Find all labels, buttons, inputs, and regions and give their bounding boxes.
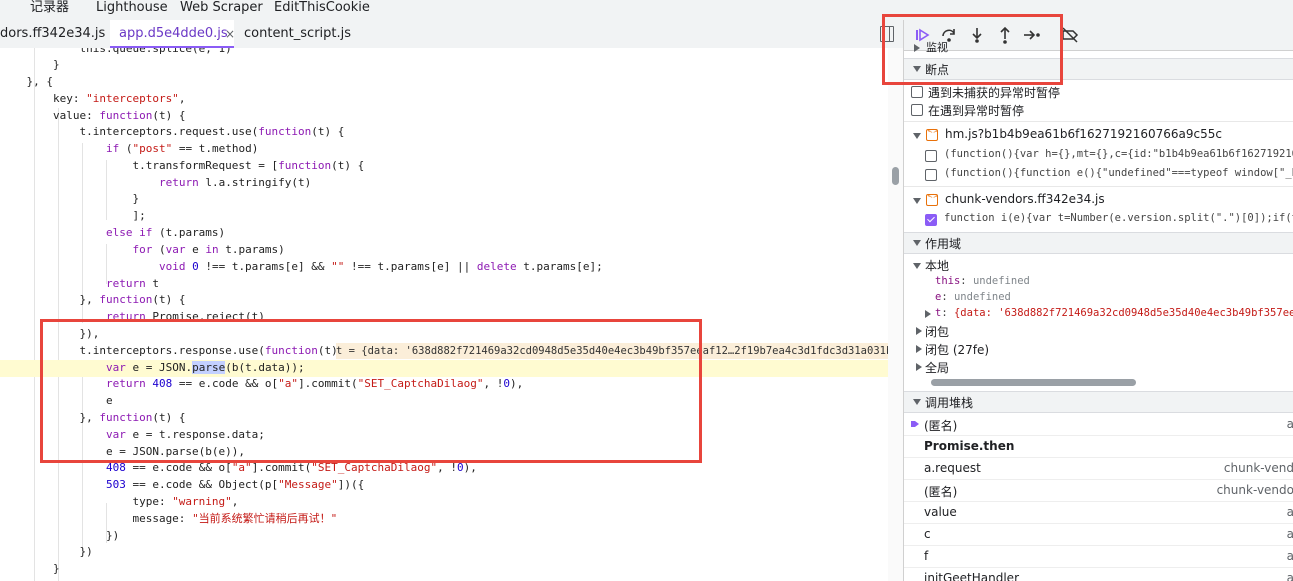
editor-scrollbar-thumb[interactable] (892, 167, 899, 185)
code-line: }, function(t) { (0, 293, 186, 306)
code-line: return 408 == e.code && o["a"].commit("S… (105, 377, 524, 390)
pause-caught-checkbox[interactable] (911, 104, 923, 116)
code-line: return t (105, 277, 159, 290)
callstack-frame[interactable]: a.request chunk-vend (904, 457, 1293, 480)
watch-section-header[interactable]: 监视 (926, 39, 948, 55)
code-line: }) (0, 529, 120, 542)
scope-var-t[interactable]: t: {data: '638d882f721469a32cd0948d5e35d… (935, 307, 1293, 319)
scope-local[interactable]: 本地 (925, 257, 949, 274)
paused-code-line: var e = JSON.parse(b(t.data)); (0, 360, 888, 377)
callstack-async-separator: Promise.then (904, 435, 1293, 458)
callstack-frame-current[interactable]: (匿名)a (904, 413, 1293, 436)
code-line: 408 == e.code && o["a"].commit("SET_Capt… (105, 461, 477, 474)
scope-closure-27fe[interactable]: 闭包 (27fe) (925, 341, 989, 358)
code-line: message: "当前系统繁忙请稍后再试！" (0, 512, 338, 525)
inline-variable-value[interactable]: t = {data: '638d882f721469a32cd0948d5e35… (336, 343, 888, 359)
code-line: ]; (0, 209, 146, 222)
panel-tab-recorder[interactable]: 记录器 (30, 0, 69, 16)
toggle-sidebar-icon[interactable] (880, 26, 894, 42)
devtools-panel-bar: 记录器 Lighthouse Web Scraper EditThisCooki… (0, 0, 1293, 20)
code-line: e (0, 394, 113, 407)
file-tab-content-script[interactable]: content_script.js (244, 20, 351, 48)
scope-section-header[interactable]: 作用域 (904, 232, 1293, 254)
callstack-frame[interactable]: valuea (904, 501, 1293, 524)
breakpoint-code[interactable]: (function(){var h={},mt={},c={id:"b1b4b9… (944, 148, 1293, 160)
file-tab-app[interactable]: app.d5e4dde0.js × (110, 20, 235, 48)
code-line: }), (0, 327, 100, 340)
code-line: value: function(t) { (0, 109, 186, 122)
panel-tab-lighthouse[interactable]: Lighthouse (96, 0, 168, 16)
deactivate-breakpoints-icon[interactable] (1060, 25, 1080, 45)
pause-uncaught-label: 遇到未捕获的异常时暂停 (928, 86, 1061, 100)
code-line: void 0 !== t.params[e] && "" !== t.param… (158, 260, 603, 273)
code-line: } (0, 58, 60, 71)
breakpoint-file-hm[interactable]: hm.js?b1b4b9ea61b6f1627192160766a9c55c (945, 127, 1222, 141)
code-line: if ("post" == t.method) (105, 142, 259, 155)
code-line: t.transformRequest = [function(t) { (0, 159, 365, 172)
code-line: }, { (0, 75, 53, 88)
callstack-frame[interactable]: initGeetHandlera (904, 567, 1293, 581)
file-tab-chunk-vendors[interactable]: dors.ff342e34.js (0, 20, 110, 48)
breakpoint-checkbox[interactable] (925, 169, 937, 181)
scope-horizontal-scrollbar[interactable] (931, 379, 1136, 386)
scope-var-e[interactable]: e: undefined (935, 291, 1011, 303)
source-code-editor[interactable]: this.queue.splice(e, 1) } }, { key: "int… (0, 48, 903, 581)
breakpoint-checkbox-checked[interactable] (925, 214, 937, 226)
expand-icon[interactable] (916, 345, 922, 353)
close-tab-icon[interactable]: × (225, 20, 235, 48)
breakpoint-file-chunk-vendors[interactable]: chunk-vendors.ff342e34.js (945, 192, 1105, 206)
code-line: return Promise.reject(t) (105, 310, 265, 323)
collapse-icon[interactable] (913, 198, 921, 204)
breakpoint-checkbox[interactable] (925, 150, 937, 162)
panel-tab-editthiscookie[interactable]: EditThisCookie (274, 0, 370, 16)
scope-global[interactable]: 全局 (925, 359, 949, 376)
file-icon (926, 127, 939, 141)
expand-icon[interactable] (916, 327, 922, 335)
editor-scrollbar[interactable] (888, 48, 903, 581)
code-line: return l.a.stringify(t) (158, 176, 312, 189)
panel-tab-web-scraper[interactable]: Web Scraper (180, 0, 263, 16)
watch-expand-icon[interactable] (914, 44, 920, 52)
breakpoint-code[interactable]: function i(e){var t=Number(e.version.spl… (944, 212, 1293, 224)
callstack-frame[interactable]: ca (904, 523, 1293, 546)
code-line: } (0, 562, 60, 575)
file-tab-bar: dors.ff342e34.js app.d5e4dde0.js × conte… (0, 20, 903, 49)
code-line: } (0, 192, 140, 205)
breakpoint-code[interactable]: (function(){function e(){"undefined"===t… (944, 167, 1293, 179)
expand-icon[interactable] (925, 310, 931, 318)
collapse-icon[interactable] (913, 263, 921, 269)
callstack-frame[interactable]: fa (904, 545, 1293, 568)
current-frame-arrow-icon (911, 421, 919, 427)
code-line: var e = t.response.data; (105, 428, 265, 441)
scope-var-this[interactable]: this: undefined (935, 275, 1030, 287)
step-into-icon[interactable] (967, 25, 987, 45)
step-out-icon[interactable] (995, 25, 1015, 45)
code-line: key: "interceptors", (0, 92, 186, 105)
code-line: }) (0, 545, 93, 558)
breakpoints-section-header[interactable]: 断点 (904, 58, 1293, 80)
expand-icon[interactable] (916, 363, 922, 371)
code-line: type: "warning", (0, 495, 239, 508)
debugger-toolbar (904, 20, 1293, 51)
debugger-sidebar: 监视 断点 遇到未捕获的异常时暂停 在遇到异常时暂停 hm.js?b1b4b9e… (903, 20, 1293, 581)
pause-uncaught-checkbox[interactable] (911, 86, 923, 98)
pause-caught-label: 在遇到异常时暂停 (928, 104, 1025, 118)
callstack-frame[interactable]: (匿名) chunk-vendo (904, 479, 1293, 502)
code-line: e = JSON.parse(b(e)), (0, 445, 246, 458)
code-line: }, function(t) { (0, 411, 186, 424)
scope-closure[interactable]: 闭包 (925, 323, 949, 340)
code-line: 503 == e.code && Object(p["Message"])({ (105, 478, 365, 491)
collapse-icon[interactable] (913, 133, 921, 139)
code-line: else if (t.params) (105, 226, 226, 239)
callstack-section-header[interactable]: 调用堆栈 (904, 391, 1293, 413)
step-icon[interactable] (1022, 25, 1042, 45)
file-icon (926, 192, 939, 206)
code-line: t.interceptors.request.use(function(t) { (0, 125, 345, 138)
code-line: for (var e in t.params) (132, 243, 285, 256)
